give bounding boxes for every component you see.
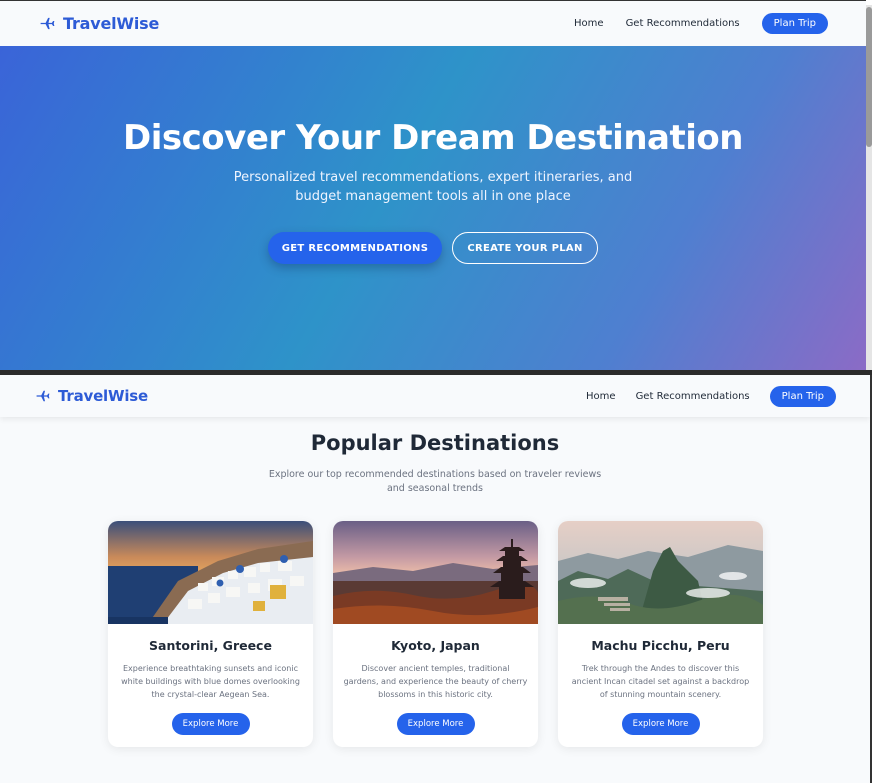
plan-trip-button[interactable]: Plan Trip — [761, 13, 828, 34]
card-title: Kyoto, Japan — [391, 638, 480, 653]
destination-card[interactable]: Santorini, Greece Experience breathtakin… — [108, 521, 313, 747]
plane-icon — [36, 390, 50, 402]
brand-logo[interactable]: TravelWise — [36, 387, 148, 405]
get-recommendations-button[interactable]: GET RECOMMENDATIONS — [268, 232, 442, 264]
main-nav: Home Get Recommendations Plan Trip — [574, 13, 828, 34]
main-nav: Home Get Recommendations Plan Trip — [586, 385, 836, 407]
card-description: Discover ancient temples, traditional ga… — [343, 664, 528, 699]
scrollbar-thumb[interactable] — [866, 7, 872, 147]
top-nav-bar: TravelWise Home Get Recommendations Plan… — [0, 375, 870, 417]
hero-actions: GET RECOMMENDATIONS CREATE YOUR PLAN — [0, 232, 866, 264]
card-title: Santorini, Greece — [149, 638, 272, 653]
nav-home-link[interactable]: Home — [574, 18, 604, 29]
destinations-screen: TravelWise Home Get Recommendations Plan… — [0, 375, 872, 783]
top-nav-bar: TravelWise Home Get Recommendations Plan… — [0, 1, 866, 46]
section-subtitle: Explore our top recommended destinations… — [268, 469, 602, 494]
card-description: Experience breathtaking sunsets and icon… — [121, 664, 300, 699]
destination-card[interactable]: Kyoto, Japan Discover ancient temples, t… — [333, 521, 538, 747]
destination-card[interactable]: Machu Picchu, Peru Trek through the Ande… — [558, 521, 763, 747]
hero-title: Discover Your Dream Destination — [123, 118, 743, 158]
explore-more-button[interactable]: Explore More — [171, 713, 250, 735]
plane-icon — [40, 17, 55, 30]
nav-recommendations-link[interactable]: Get Recommendations — [626, 18, 740, 29]
create-plan-button[interactable]: CREATE YOUR PLAN — [452, 232, 598, 264]
section-title: Popular Destinations — [310, 431, 560, 455]
brand-name: TravelWise — [63, 14, 160, 33]
hero-section: Discover Your Dream Destination Personal… — [0, 46, 866, 370]
brand-logo[interactable]: TravelWise — [40, 14, 159, 33]
explore-more-button[interactable]: Explore More — [621, 713, 700, 735]
page-scrollbar[interactable] — [866, 5, 872, 370]
machu-picchu-image — [558, 521, 763, 624]
nav-home-link[interactable]: Home — [586, 391, 616, 402]
santorini-image — [108, 521, 313, 624]
hero-screen: TravelWise Home Get Recommendations Plan… — [0, 0, 866, 370]
card-description: Trek through the Andes to discover this … — [571, 664, 750, 699]
plan-trip-button[interactable]: Plan Trip — [769, 385, 836, 407]
card-title: Machu Picchu, Peru — [591, 638, 730, 653]
destination-cards: Santorini, Greece Experience breathtakin… — [108, 521, 763, 747]
hero-subtitle: Personalized travel recommendations, exp… — [233, 170, 633, 204]
explore-more-button[interactable]: Explore More — [396, 713, 475, 735]
nav-recommendations-link[interactable]: Get Recommendations — [636, 391, 750, 402]
kyoto-image — [333, 521, 538, 624]
brand-name: TravelWise — [58, 387, 148, 405]
